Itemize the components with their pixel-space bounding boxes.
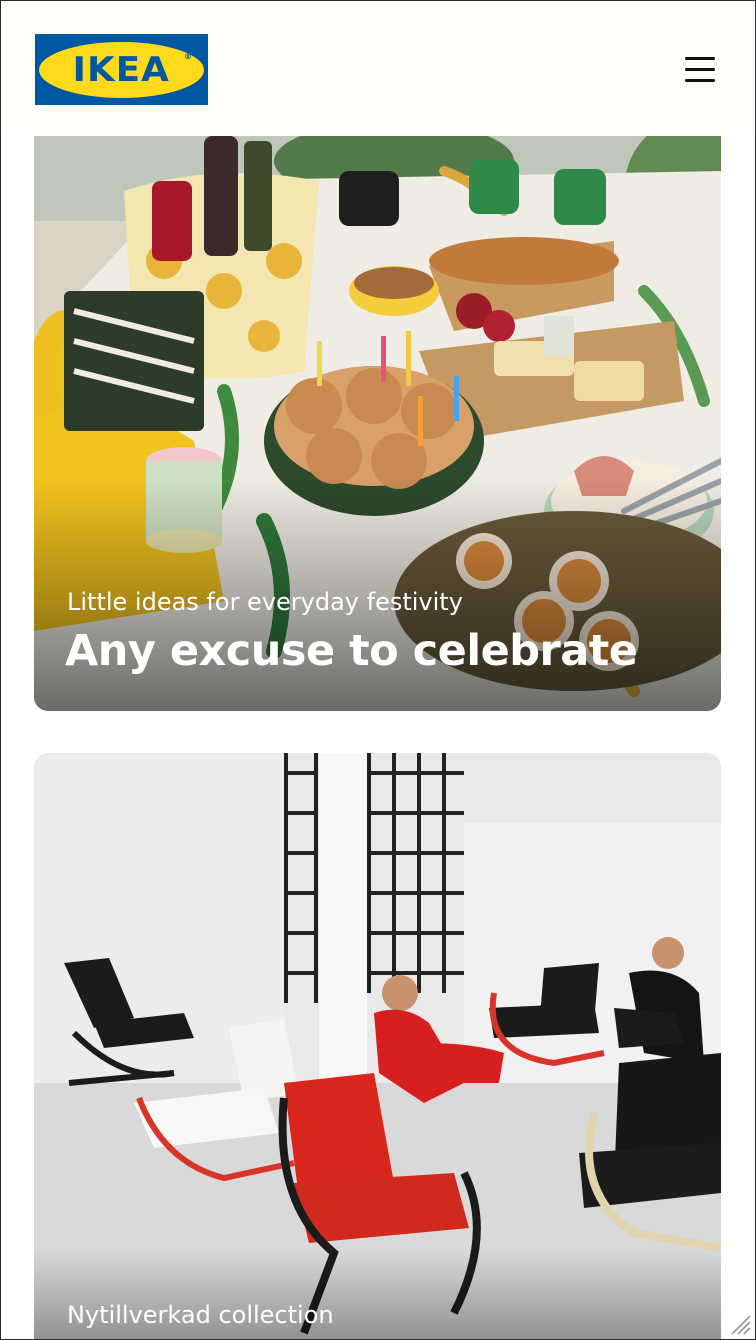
menu-bar <box>685 68 715 71</box>
hamburger-menu-icon[interactable] <box>682 54 718 84</box>
logo-oval: IKEA ® <box>39 41 204 98</box>
card-kicker-text: Little ideas for everyday festivity <box>67 588 463 616</box>
ikea-logo[interactable]: IKEA ® <box>35 34 208 105</box>
site-header: IKEA ® <box>2 2 754 136</box>
registered-mark: ® <box>184 51 192 61</box>
promo-card-celebrate[interactable]: Little ideas for everyday festivity Any … <box>34 41 721 711</box>
resize-grip-icon[interactable] <box>729 1313 751 1335</box>
card-kicker-text: Nytillverkad collection <box>67 1301 334 1329</box>
browser-viewport: Little ideas for everyday festivity Any … <box>0 0 756 1340</box>
menu-bar <box>685 57 715 60</box>
nytillverkad-photo <box>34 753 721 1339</box>
promo-card-nytillverkad[interactable]: Nytillverkad collection <box>34 753 721 1339</box>
card-headline: Any excuse to celebrate <box>65 626 638 676</box>
logo-wordmark: IKEA <box>72 49 171 90</box>
menu-bar <box>685 79 715 82</box>
